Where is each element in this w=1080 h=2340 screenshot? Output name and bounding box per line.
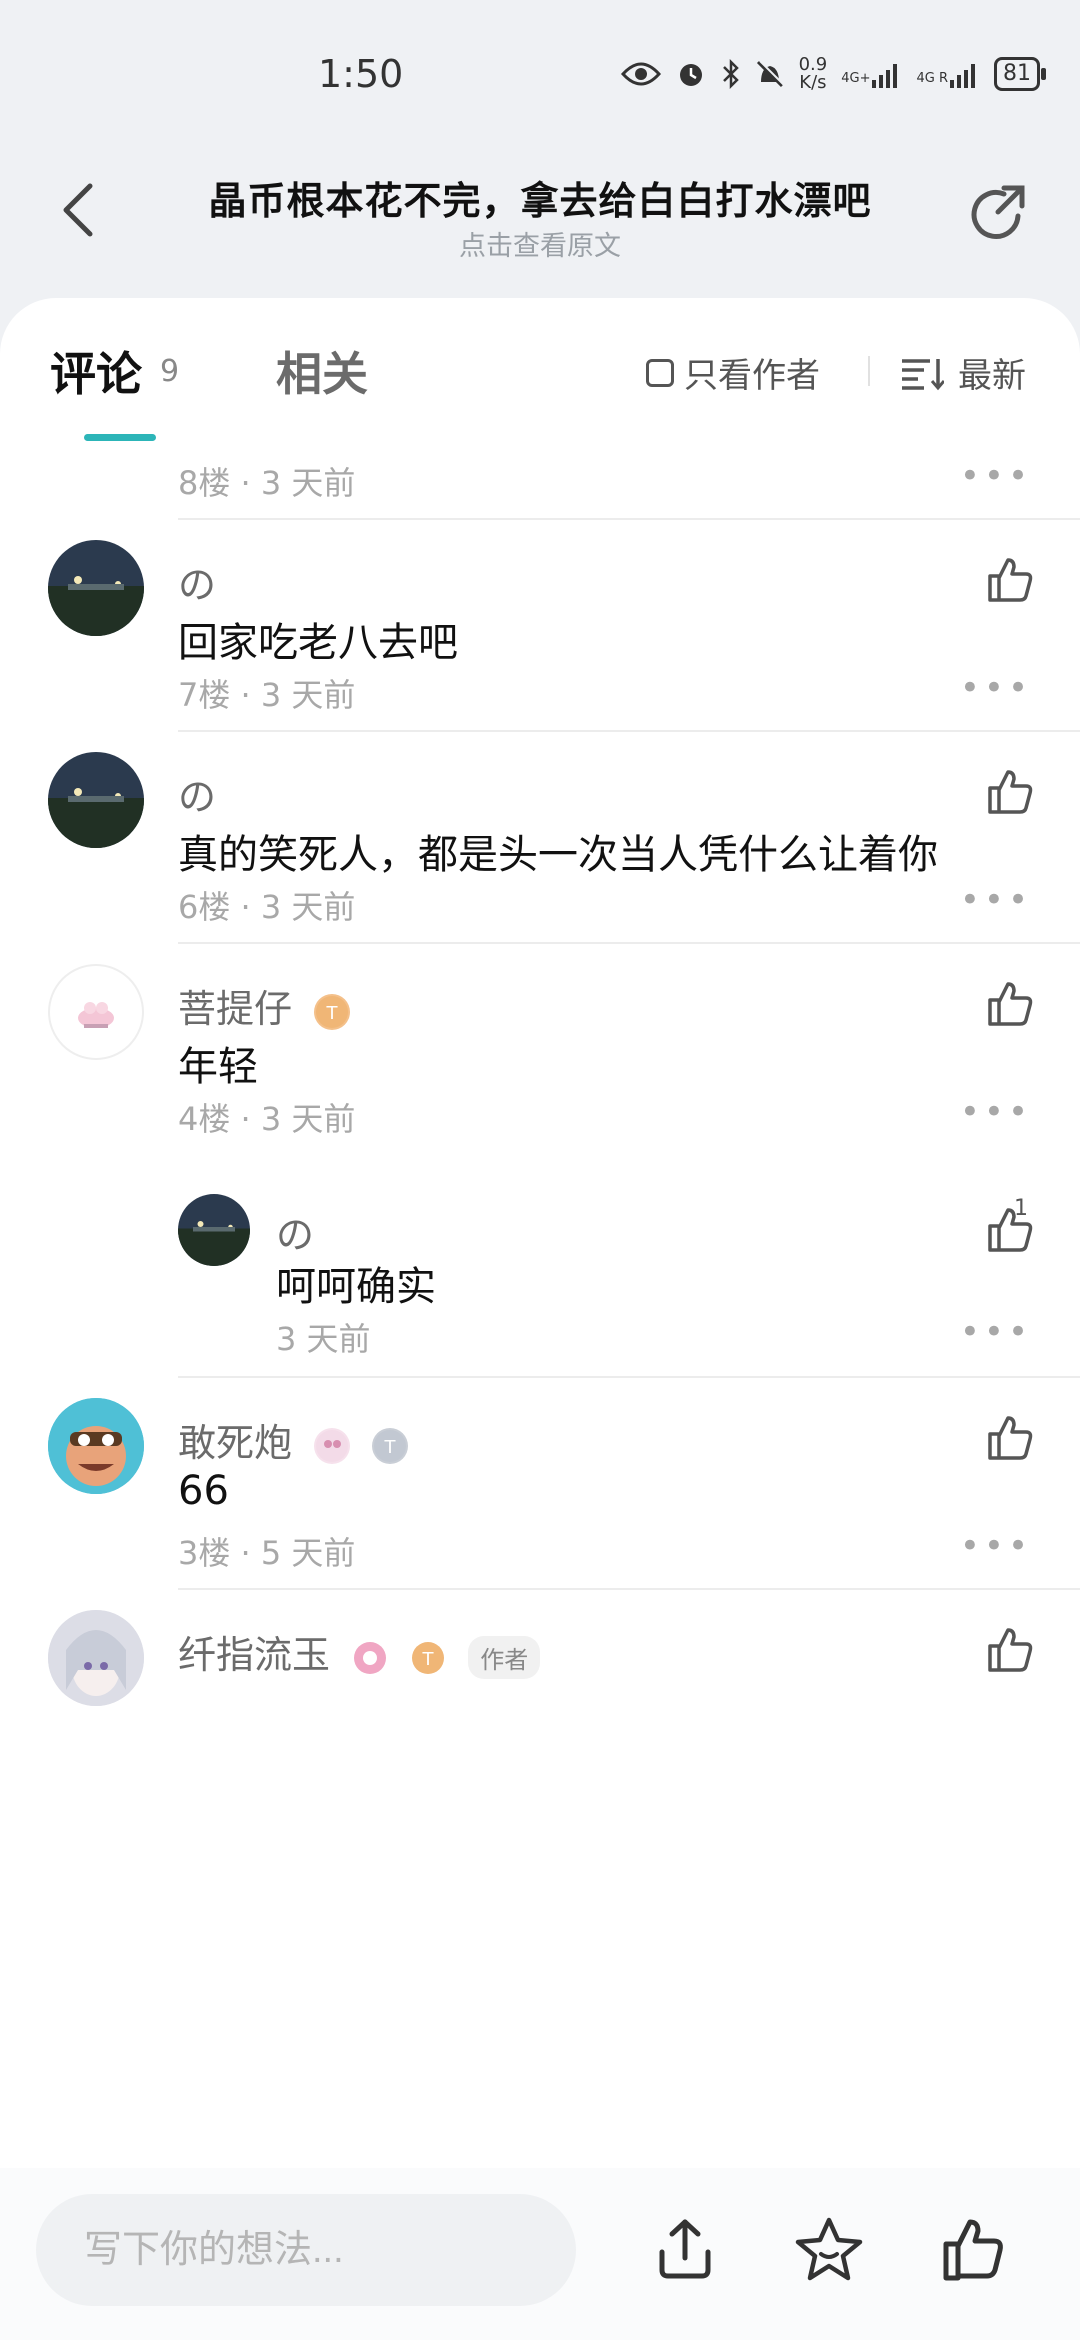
like-icon[interactable] xyxy=(984,766,1036,818)
post-title[interactable]: 晶币根本花不完，拿去给白白打水漂吧 xyxy=(150,170,930,225)
comment-separator xyxy=(178,1376,1080,1378)
like-icon[interactable] xyxy=(984,1412,1036,1464)
comment-separator xyxy=(178,730,1080,732)
like-icon[interactable] xyxy=(984,1204,1036,1256)
comment-count: 9 xyxy=(160,354,180,389)
username-text: 菩提仔 xyxy=(178,987,293,1031)
status-bar: 1:50 0.9 K/s 4G+ 4G R 81 xyxy=(0,0,1080,150)
signal-1: 4G+ xyxy=(841,60,902,88)
comment-input[interactable] xyxy=(36,2194,576,2306)
comment-text: 回家吃老八去吧 xyxy=(178,620,458,666)
only-author-label: 只看作者 xyxy=(684,356,820,396)
more-options-icon[interactable]: ••• xyxy=(960,880,1032,920)
level-badge-icon: T xyxy=(314,993,351,1030)
more-options-icon[interactable]: ••• xyxy=(960,1312,1032,1352)
mute-bell-icon xyxy=(756,60,785,88)
sort-icon xyxy=(902,358,944,390)
avatar[interactable] xyxy=(48,752,144,848)
like-icon[interactable] xyxy=(984,978,1036,1030)
more-options-icon[interactable]: ••• xyxy=(960,668,1032,708)
comment-text: 年轻 xyxy=(178,1044,258,1090)
avatar[interactable] xyxy=(48,540,144,636)
status-time: 1:50 xyxy=(318,52,404,96)
more-options-icon[interactable]: ••• xyxy=(960,1092,1032,1132)
comment-meta: 6楼 · 3 天前 xyxy=(178,888,356,926)
signal-bars-icon xyxy=(872,64,898,88)
like-post-icon[interactable] xyxy=(938,2214,1008,2284)
comments-card: 评论 9 相关 只看作者 最新 8楼 · 3 天前 ••• の 回家吃老八去吧 … xyxy=(0,298,1080,2168)
reply-text: 呵呵确实 xyxy=(276,1264,436,1310)
sort-latest-label: 最新 xyxy=(958,356,1026,396)
share-icon[interactable] xyxy=(960,180,1032,252)
post-header: 晶币根本花不完，拿去给白白打水漂吧 点击查看原文 xyxy=(0,150,1080,300)
sort-latest-button[interactable]: 最新 xyxy=(900,348,1026,397)
comment-meta: 4楼 · 3 天前 xyxy=(178,1100,356,1138)
username-text: 纤指流玉 xyxy=(178,1633,331,1677)
tab-comments[interactable]: 评论 xyxy=(50,338,142,404)
like-count: 1 xyxy=(1014,1196,1028,1221)
comment-separator xyxy=(178,518,1080,520)
decoration-badge-icon xyxy=(352,1640,388,1676)
back-arrow-icon[interactable] xyxy=(58,180,98,240)
signal-2: 4G R xyxy=(916,60,980,88)
decoration-badge-icon xyxy=(314,1427,351,1464)
comment-username[interactable]: の xyxy=(178,554,216,609)
bottom-action-bar xyxy=(0,2168,1080,2340)
active-tab-indicator xyxy=(84,434,156,441)
comment-meta: 8楼 · 3 天前 xyxy=(178,464,356,502)
comment-tabs: 评论 9 相关 只看作者 最新 xyxy=(0,298,1080,441)
battery-indicator: 81 xyxy=(994,57,1046,91)
comment-meta: 7楼 · 3 天前 xyxy=(178,676,356,714)
comment-separator xyxy=(178,942,1080,944)
avatar[interactable] xyxy=(48,1398,144,1494)
level-badge-icon: T xyxy=(410,1640,446,1676)
level-badge-icon: T xyxy=(372,1427,409,1464)
like-icon[interactable] xyxy=(984,1624,1036,1676)
like-icon[interactable] xyxy=(984,554,1036,606)
comment-username[interactable]: の xyxy=(178,766,216,821)
only-author-checkbox[interactable] xyxy=(646,358,674,387)
more-options-icon[interactable]: ••• xyxy=(960,456,1032,496)
author-tag: 作者 xyxy=(468,1636,541,1679)
share-upload-icon[interactable] xyxy=(650,2214,720,2284)
svg-text:T: T xyxy=(326,1003,339,1024)
comment-username[interactable]: 敢死炮 T xyxy=(178,1412,409,1467)
comment-text: 真的笑死人，都是头一次当人凭什么让着你 xyxy=(178,832,938,878)
username-text: 敢死炮 xyxy=(178,1421,293,1465)
reply-username[interactable]: の xyxy=(276,1204,314,1259)
alarm-icon xyxy=(679,64,702,86)
comment-username[interactable]: 纤指流玉 T 作者 xyxy=(178,1624,541,1679)
comment-username[interactable]: 菩提仔 T xyxy=(178,978,351,1033)
network-speed: 0.9 K/s xyxy=(798,54,828,93)
only-author-filter[interactable]: 只看作者 xyxy=(646,348,820,397)
avatar[interactable] xyxy=(48,1610,144,1706)
eye-icon xyxy=(620,62,661,86)
comment-meta: 3楼 · 5 天前 xyxy=(178,1534,356,1572)
filter-divider xyxy=(868,356,870,386)
reply-avatar[interactable] xyxy=(178,1194,250,1266)
reply-meta: 3 天前 xyxy=(276,1320,371,1358)
favorite-star-icon[interactable] xyxy=(794,2214,864,2284)
tab-related[interactable]: 相关 xyxy=(276,338,368,404)
signal-bars-icon xyxy=(950,64,975,88)
status-icons: 0.9 K/s 4G+ 4G R 81 xyxy=(620,54,1046,93)
svg-text:T: T xyxy=(422,1649,435,1670)
svg-text:T: T xyxy=(384,1437,397,1458)
bluetooth-icon xyxy=(722,58,739,90)
view-original-link[interactable]: 点击查看原文 xyxy=(150,224,930,263)
avatar[interactable] xyxy=(48,964,144,1060)
comment-text: 66 xyxy=(178,1468,229,1514)
more-options-icon[interactable]: ••• xyxy=(960,1526,1032,1566)
comment-separator xyxy=(178,1588,1080,1590)
